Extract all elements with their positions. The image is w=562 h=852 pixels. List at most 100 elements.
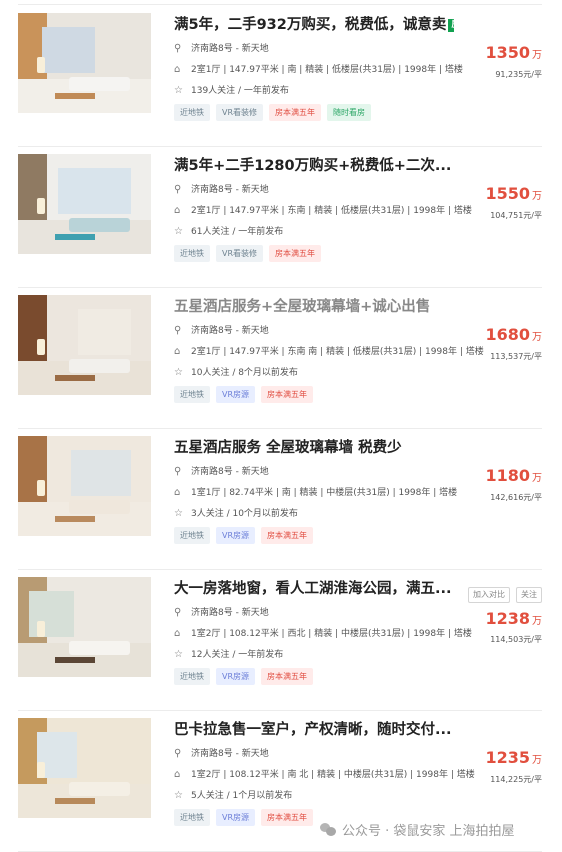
star-icon: ☆ bbox=[174, 85, 186, 97]
total-price-unit: 万 bbox=[532, 191, 542, 202]
tag: 随时看房 bbox=[327, 104, 371, 121]
tag: 近地铁 bbox=[174, 668, 210, 685]
tag: 房本满五年 bbox=[269, 245, 321, 262]
house-icon: ⌂ bbox=[174, 487, 186, 499]
location-text: 济南路8号 - 新天地 bbox=[191, 185, 269, 195]
star-icon: ☆ bbox=[174, 226, 186, 238]
photo-table bbox=[55, 93, 95, 99]
listing-title[interactable]: 满5年，二手932万购买，税费低，诚意卖房主自荐 bbox=[174, 15, 454, 35]
listing-title-text: 五星酒店服务+全屋玻璃幕墙+诚心出售 bbox=[174, 299, 430, 315]
listing-photo[interactable] bbox=[18, 13, 151, 113]
watermark: 公众号 · 袋鼠安家 上海拍拍屋 bbox=[320, 820, 515, 839]
location-row[interactable]: ⚲济南路8号 - 新天地 bbox=[174, 184, 269, 196]
photo-lamp bbox=[37, 57, 45, 73]
tag: 房本满五年 bbox=[261, 386, 313, 403]
tag-list: 近地铁VR房源房本满五年 bbox=[174, 527, 313, 544]
house-info-text: 2室1厅 | 147.97平米 | 东南 南 | 精装 | 低楼层(共31层) … bbox=[191, 347, 484, 357]
follow-button[interactable]: 关注 bbox=[516, 587, 542, 603]
location-row[interactable]: ⚲ 济南路8号 - 新天地 bbox=[174, 466, 269, 478]
house-icon: ⌂ bbox=[174, 64, 186, 76]
photo-table bbox=[55, 657, 95, 663]
tag: 房本满五年 bbox=[261, 668, 313, 685]
tag-list: 近地铁VR房源房本满五年 bbox=[174, 809, 313, 826]
follow-info-row: ☆139人关注 / 一年前发布 bbox=[174, 85, 289, 97]
follow-info-row: ☆3人关注 / 10个月以前发布 bbox=[174, 508, 298, 520]
total-price-unit: 万 bbox=[532, 332, 542, 343]
photo-window bbox=[42, 27, 95, 73]
total-price: 1350万 bbox=[485, 43, 542, 62]
location-row[interactable]: ⚲济南路8号 - 新天地 bbox=[174, 43, 269, 55]
photo-window bbox=[58, 168, 131, 214]
total-price-value: 1235 bbox=[485, 748, 530, 767]
watermark-text: 公众号 · 袋鼠安家 上海拍拍屋 bbox=[342, 820, 515, 839]
tag: VR看装修 bbox=[216, 104, 263, 121]
listing-item[interactable]: 大一房落地窗，看人工湖淮海公园，满五...⚲济南路8号 - 新天地⌂1室2厅 |… bbox=[18, 569, 542, 711]
tag: VR房源 bbox=[216, 668, 255, 685]
listing-item[interactable]: 五星酒店服务+全屋玻璃幕墙+诚心出售 ⚲ 济南路8号 - 新天地 ⌂2室1厅 | 14… bbox=[18, 287, 542, 429]
photo-window bbox=[71, 450, 131, 496]
photo-table bbox=[55, 234, 95, 240]
unit-price: 142,616元/平 bbox=[490, 492, 542, 503]
tag: VR房源 bbox=[216, 386, 255, 403]
action-buttons: 加入对比关注 bbox=[468, 587, 542, 603]
total-price-unit: 万 bbox=[532, 616, 542, 627]
star-icon: ☆ bbox=[174, 508, 186, 520]
location-row[interactable]: ⚲ 济南路8号 - 新天地 bbox=[174, 325, 269, 337]
listing-photo[interactable] bbox=[18, 154, 151, 254]
house-info-row: ⌂2室1厅 | 147.97平米 | 东南 南 | 精装 | 低楼层(共31层)… bbox=[174, 346, 484, 358]
total-price-value: 1238 bbox=[485, 609, 530, 628]
listing-item[interactable]: 满5年+二手1280万购买+税费低+二次...⚲济南路8号 - 新天地⌂2室1厅… bbox=[18, 146, 542, 288]
tag: VR房源 bbox=[216, 527, 255, 544]
listing-title-text: 巴卡拉急售一室户，产权清晰，随时交付... bbox=[174, 722, 452, 738]
listing-title[interactable]: 满5年+二手1280万购买+税费低+二次... bbox=[174, 156, 454, 176]
total-price: 1238万 bbox=[485, 609, 542, 628]
total-price-value: 1350 bbox=[485, 43, 530, 62]
listing-title[interactable]: 大一房落地窗，看人工湖淮海公园，满五... bbox=[174, 579, 454, 599]
tag: 近地铁 bbox=[174, 386, 210, 403]
location-row[interactable]: ⚲济南路8号 - 新天地 bbox=[174, 748, 269, 760]
house-info-text: 1室2厅 | 108.12平米 | 南 北 | 精装 | 中楼层(共31层) |… bbox=[191, 770, 475, 780]
star-icon: ☆ bbox=[174, 790, 186, 802]
listing-title[interactable]: 五星酒店服务+全屋玻璃幕墙+诚心出售 bbox=[174, 297, 454, 317]
follow-info-text: 5人关注 / 1个月以前发布 bbox=[191, 791, 292, 801]
photo-sofa bbox=[69, 641, 130, 655]
listing-photo[interactable] bbox=[18, 295, 151, 395]
photo-sofa bbox=[69, 500, 130, 514]
listing-title[interactable]: 巴卡拉急售一室户，产权清晰，随时交付...房主自荐 bbox=[174, 720, 454, 740]
add-compare-button[interactable]: 加入对比 bbox=[468, 587, 510, 603]
location-pin-icon: ⚲ bbox=[174, 43, 186, 55]
follow-info-text: 10人关注 / 8个月以前发布 bbox=[191, 368, 298, 378]
wechat-icon bbox=[320, 823, 336, 837]
listing-item[interactable]: 五星酒店服务 全屋玻璃幕墙 税费少⚲济南路8号 - 新天地⌂1室1厅 | 82.… bbox=[18, 428, 542, 570]
listing-item[interactable]: 满5年，二手932万购买，税费低，诚意卖房主自荐⚲济南路8号 - 新天地⌂2室1… bbox=[18, 5, 542, 147]
star-icon: ☆ bbox=[174, 649, 186, 661]
star-icon: ☆ bbox=[174, 367, 186, 379]
location-row[interactable]: ⚲济南路8号 - 新天地 bbox=[174, 607, 269, 619]
location-pin-icon: ⚲ bbox=[174, 607, 186, 619]
location-pin-icon: ⚲ bbox=[174, 325, 186, 337]
house-info-row: ⌂ 1室2厅 | 108.12平米 | 南 北 | 精装 | 中楼层(共31层) … bbox=[174, 769, 475, 781]
photo-sofa bbox=[69, 218, 130, 232]
follow-info-row: ☆ 5人关注 / 1个月以前发布 bbox=[174, 790, 292, 802]
listing-title-text: 满5年+二手1280万购买+税费低+二次... bbox=[174, 158, 451, 174]
listing-photo[interactable] bbox=[18, 436, 151, 536]
listing-photo[interactable] bbox=[18, 718, 151, 818]
total-price-unit: 万 bbox=[532, 50, 542, 61]
tag-list: 近地铁 VR房源房本满五年 bbox=[174, 386, 313, 403]
location-text: 济南路8号 - 新天地 bbox=[191, 467, 269, 477]
house-icon: ⌂ bbox=[174, 769, 186, 781]
tag: VR房源 bbox=[216, 809, 255, 826]
unit-price: 91,235元/平 bbox=[495, 69, 542, 80]
location-pin-icon: ⚲ bbox=[174, 466, 186, 478]
tag: 房本满五年 bbox=[261, 809, 313, 826]
total-price-unit: 万 bbox=[532, 755, 542, 766]
location-text: 济南路8号 - 新天地 bbox=[191, 326, 269, 336]
photo-lamp bbox=[37, 480, 45, 496]
listing-title[interactable]: 五星酒店服务 全屋玻璃幕墙 税费少 bbox=[174, 438, 454, 458]
photo-lamp bbox=[37, 621, 45, 637]
tag: 近地铁 bbox=[174, 527, 210, 544]
follow-info-text: 61人关注 / 一年前发布 bbox=[191, 227, 283, 237]
photo-table bbox=[55, 516, 95, 522]
listing-photo[interactable] bbox=[18, 577, 151, 677]
house-info-text: 1室2厅 | 108.12平米 | 西北 | 精装 | 中楼层(共31层) | … bbox=[191, 629, 472, 639]
